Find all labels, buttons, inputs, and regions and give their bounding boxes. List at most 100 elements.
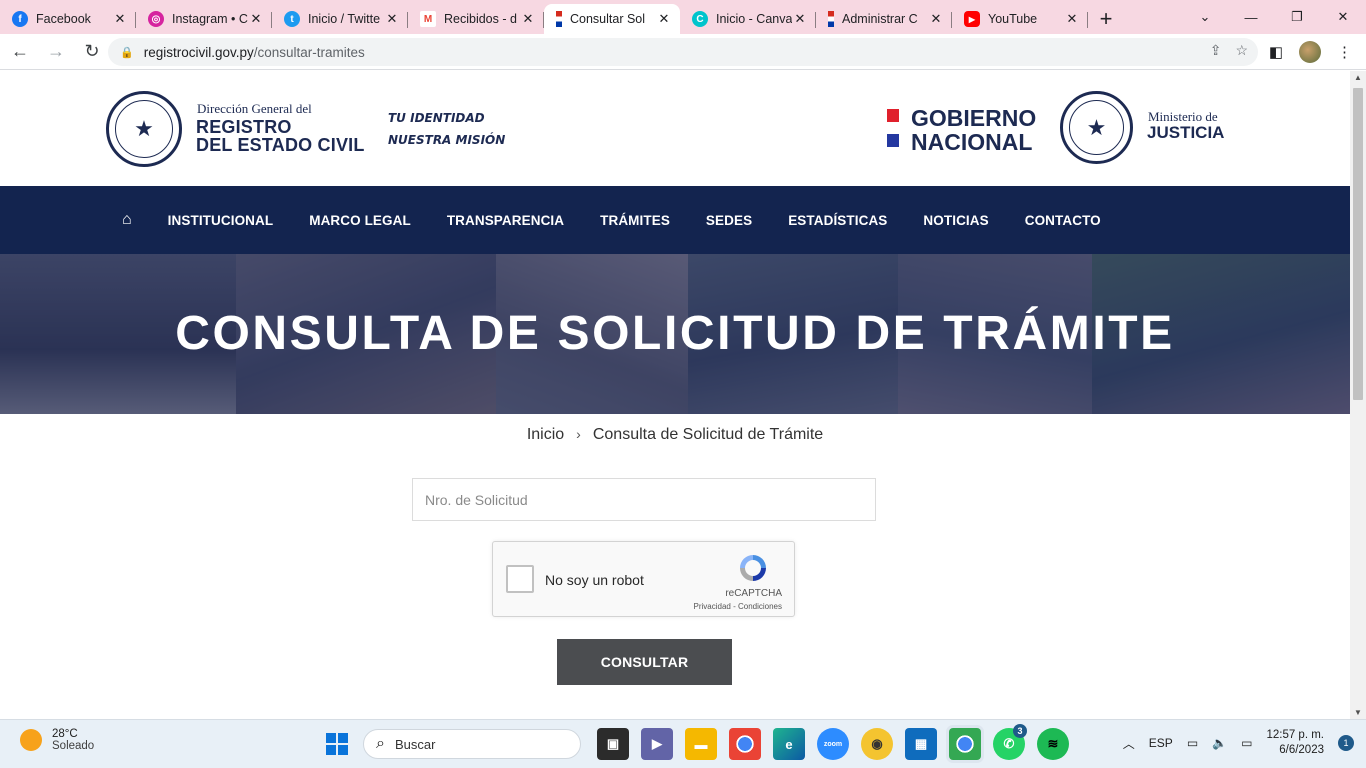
nav-tramites[interactable]: TRÁMITES [600,213,670,228]
taskbar-search[interactable]: ⌕ Buscar [363,729,581,759]
home-icon[interactable]: ⌂ [122,211,132,229]
paraguay-flag-icon [556,11,562,27]
recaptcha-logo-icon [740,555,766,581]
tab-canva[interactable]: C Inicio - Canva ✕ [680,4,816,34]
recaptcha-label: No soy un robot [545,572,644,588]
windows-start-icon[interactable] [321,728,353,760]
browser-tab-strip: f Facebook ✕ ◎ Instagram • C ✕ t Inicio … [0,0,1366,34]
nav-institucional[interactable]: INSTITUCIONAL [168,213,274,228]
vpn-icon[interactable]: ◉ [861,728,893,760]
browser-toolbar: ← → ↻ 🔒 registrocivil.gov.py/consultar-t… [0,34,1366,70]
solicitud-number-input[interactable] [412,478,876,521]
nav-contacto[interactable]: CONTACTO [1025,213,1101,228]
tab-facebook[interactable]: f Facebook ✕ [0,4,136,34]
hero-banner: CONSULTA DE SOLICITUD DE TRÁMITE [0,254,1350,414]
battery-icon[interactable]: ▭ [1241,736,1252,750]
forward-button[interactable]: → [40,36,72,68]
close-icon[interactable]: ✕ [656,11,672,27]
tab-instagram[interactable]: ◎ Instagram • C ✕ [136,4,272,34]
close-icon[interactable]: ✕ [520,11,536,27]
notification-badge[interactable]: 1 [1338,735,1354,751]
youtube-icon: ▶ [964,11,980,27]
tab-twitter[interactable]: t Inicio / Twitte ✕ [272,4,408,34]
lock-icon[interactable]: 🔒 [120,46,134,59]
store-icon[interactable]: ▦ [905,728,937,760]
close-icon[interactable]: ✕ [928,11,944,27]
close-icon[interactable]: ✕ [1064,11,1080,27]
spotify-icon[interactable]: ≋ [1037,728,1069,760]
nav-sedes[interactable]: SEDES [706,213,752,228]
close-icon[interactable]: ✕ [248,11,264,27]
nav-transparencia[interactable]: TRANSPARENCIA [447,213,564,228]
task-view-icon[interactable]: ▣ [597,728,629,760]
file-explorer-icon[interactable]: ▬ [685,728,717,760]
window-controls: ⌄ — ❐ ✕ [1182,0,1366,34]
recaptcha-widget: No soy un robot reCAPTCHA Privacidad - C… [492,541,795,617]
search-icon: ⌕ [376,735,385,752]
close-icon[interactable]: ✕ [792,11,808,27]
ministerio-seal-logo[interactable]: ★ [1060,91,1133,164]
minimize-button[interactable]: — [1228,0,1274,34]
scrollbar-thumb[interactable] [1353,88,1363,400]
scroll-up-icon[interactable]: ▲ [1354,73,1362,82]
weather-temperature: 28°C [52,728,78,740]
tab-title: Instagram • C [172,12,248,26]
url-domain: registrocivil.gov.py [143,44,254,60]
tab-search-icon[interactable]: ⌄ [1182,0,1228,34]
share-icon[interactable]: ⇪ [1210,42,1222,59]
nav-estadisticas[interactable]: ESTADÍSTICAS [788,213,887,228]
side-panel-icon[interactable]: ◧ [1269,43,1283,61]
edge-icon[interactable]: e [773,728,805,760]
registro-pre-title: Dirección General del [197,101,312,116]
restore-button[interactable]: ❐ [1274,0,1320,34]
tab-title: Consultar Sol [570,12,646,26]
tab-title: Inicio / Twitte [308,12,381,26]
tab-gmail[interactable]: M Recibidos - d ✕ [408,4,544,34]
scroll-down-icon[interactable]: ▼ [1354,708,1362,717]
weather-widget[interactable]: 28°C Soleado [20,728,94,752]
whatsapp-icon[interactable]: ✆ 3 [993,724,1027,760]
nav-noticias[interactable]: NOTICIAS [923,213,988,228]
clock[interactable]: 12:57 p. m. 6/6/2023 [1266,728,1324,758]
bookmark-star-icon[interactable]: ☆ [1235,42,1248,59]
sun-icon [20,729,42,751]
close-window-button[interactable]: ✕ [1320,0,1366,34]
paraguay-seal-logo[interactable]: ★ [106,91,182,167]
consultar-button[interactable]: CONSULTAR [557,639,732,685]
close-icon[interactable]: ✕ [384,11,400,27]
menu-kebab-icon[interactable]: ⋮ [1337,43,1352,61]
chrome-icon[interactable] [729,728,761,760]
recaptcha-brand: reCAPTCHA [725,588,782,599]
tab-consultar[interactable]: Consultar Sol ✕ [544,4,680,34]
reload-button[interactable]: ↻ [76,36,108,68]
recaptcha-terms-link[interactable]: Privacidad - Condiciones [694,602,783,611]
chevron-up-icon[interactable]: ︿ [1123,735,1135,752]
chrome-profile-icon[interactable] [949,728,981,760]
tab-administrar[interactable]: Administrar C ✕ [816,4,952,34]
web-page: ★ Dirección General del REGISTRO DEL EST… [0,71,1350,719]
language-indicator[interactable]: ESP [1149,736,1173,750]
nav-marco-legal[interactable]: MARCO LEGAL [309,213,411,228]
twitter-icon: t [284,11,300,27]
profile-avatar[interactable] [1299,41,1321,63]
recaptcha-checkbox[interactable] [506,565,534,593]
display-icon[interactable]: ▭ [1187,736,1198,750]
breadcrumb-current: Consulta de Solicitud de Trámite [592,426,824,443]
new-tab-button[interactable]: + [1088,4,1124,34]
page-scrollbar[interactable]: ▲ ▼ [1350,71,1366,719]
slogan: TU IDENTIDAD NUESTRA MISIÓN [388,85,505,169]
back-button[interactable]: ← [4,36,36,68]
volume-icon[interactable]: 🔈 [1212,736,1227,750]
tab-title: Inicio - Canva [716,12,792,26]
paraguay-flag-icon [828,11,834,27]
teams-chat-icon[interactable]: ▶ [641,728,673,760]
breadcrumb: Inicio › Consulta de Solicitud de Trámite [0,426,1350,444]
slogan-line1: TU IDENTIDAD [388,111,485,125]
close-icon[interactable]: ✕ [112,11,128,27]
zoom-icon[interactable]: zoom [817,728,849,760]
gobierno-line1: GOBIERNO [911,105,1037,131]
tab-youtube[interactable]: ▶ YouTube ✕ [952,4,1088,34]
canva-icon: C [692,11,708,27]
breadcrumb-home-link[interactable]: Inicio [527,426,564,443]
address-bar[interactable]: 🔒 registrocivil.gov.py/consultar-tramite… [108,38,1258,66]
